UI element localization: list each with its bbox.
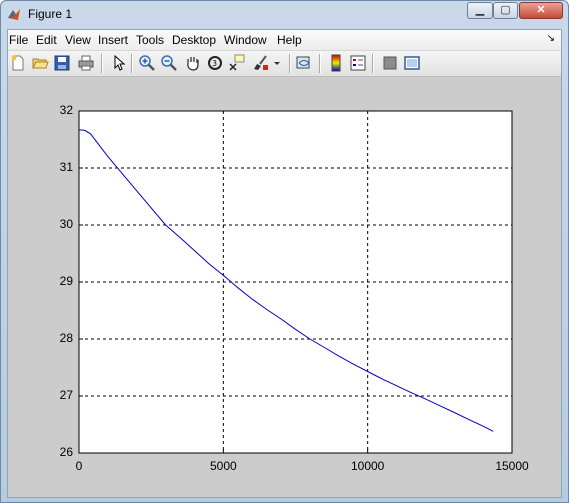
brush-icon[interactable] <box>252 54 270 72</box>
new-figure-icon[interactable] <box>9 54 27 72</box>
menu-bar: File Edit View Insert Tools Desktop Wind… <box>8 30 561 51</box>
y-tick-label: 31 <box>59 160 73 174</box>
menu-view[interactable]: View <box>65 33 91 47</box>
maximize-button[interactable]: ▢ <box>493 2 518 19</box>
toolbar-separator <box>131 54 133 73</box>
toolbar-separator <box>372 54 374 73</box>
y-tick-label: 29 <box>59 274 73 288</box>
x-tick-label: 10000 <box>350 459 385 473</box>
menu-help[interactable]: Help <box>277 33 302 47</box>
data-cursor-icon[interactable] <box>228 54 246 72</box>
figure-client: File Edit View Insert Tools Desktop Wind… <box>7 29 562 498</box>
insert-legend-icon[interactable] <box>349 54 367 72</box>
title-bar[interactable]: Figure 1 ▁ ▢ ✕ <box>1 1 568 27</box>
y-tick-label: 32 <box>59 103 73 117</box>
insert-colorbar-icon[interactable] <box>327 54 345 72</box>
figure-window: Figure 1 ▁ ▢ ✕ File Edit View Insert Too… <box>0 0 569 503</box>
toolbar-separator <box>319 54 321 73</box>
x-tick-label: 5000 <box>209 459 237 473</box>
zoom-out-icon[interactable] <box>160 54 178 72</box>
menu-tools[interactable]: Tools <box>136 33 164 47</box>
figure-toolbar: 3 <box>8 51 561 77</box>
show-plot-tools-icon[interactable] <box>403 54 421 72</box>
y-tick-label: 27 <box>59 388 73 402</box>
x-tick-label: 15000 <box>495 459 529 473</box>
edit-plot-arrow-icon[interactable] <box>109 54 127 72</box>
menu-window[interactable]: Window <box>224 33 267 47</box>
toolbar-separator <box>289 54 291 73</box>
pan-hand-icon[interactable] <box>184 54 202 72</box>
svg-text:3: 3 <box>212 59 217 68</box>
menu-insert[interactable]: Insert <box>98 33 128 47</box>
toolbar-separator <box>101 54 103 73</box>
minimize-button[interactable]: ▁ <box>467 2 493 19</box>
open-file-icon[interactable] <box>31 54 49 72</box>
menu-edit[interactable]: Edit <box>36 33 57 47</box>
y-tick-label: 28 <box>59 331 73 345</box>
rotate-3d-icon[interactable]: 3 <box>206 54 224 72</box>
print-icon[interactable] <box>77 54 95 72</box>
y-tick-label: 26 <box>59 445 73 459</box>
zoom-in-icon[interactable] <box>138 54 156 72</box>
hide-plot-tools-icon[interactable] <box>381 54 399 72</box>
menu-desktop[interactable]: Desktop <box>172 33 216 47</box>
figure-axes[interactable] <box>8 77 561 497</box>
dock-arrow-icon[interactable]: ↘ <box>547 33 555 44</box>
matlab-logo-icon <box>8 9 20 20</box>
menu-file[interactable]: File <box>9 33 28 47</box>
save-icon[interactable] <box>53 54 71 72</box>
y-tick-label: 30 <box>59 217 73 231</box>
close-button[interactable]: ✕ <box>519 2 563 19</box>
brush-dropdown-icon[interactable] <box>272 54 282 72</box>
x-tick-label: 0 <box>75 459 83 473</box>
window-title: Figure 1 <box>28 7 73 21</box>
link-plot-icon[interactable] <box>295 54 313 72</box>
